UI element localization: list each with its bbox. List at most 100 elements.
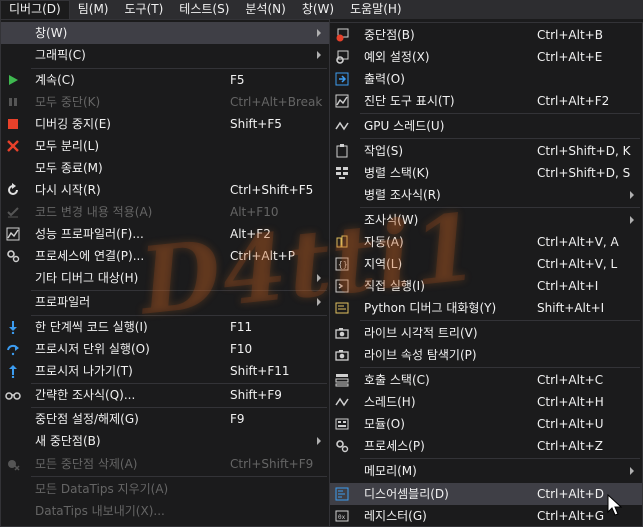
svg-text:{}: {} — [338, 260, 348, 269]
menu-item-shortcut: Shift+F11 — [230, 364, 290, 378]
submenu-arrow-icon — [317, 298, 321, 306]
menu-bar: 디버그(D) 팀(M) 도구(T) 테스트(S) 분석(N) 창(W) 도움말(… — [0, 0, 643, 19]
submenu-arrow-icon — [317, 274, 321, 282]
menu-item-shortcut: Ctrl+Alt+V, L — [537, 257, 618, 271]
menu-help[interactable]: 도움말(H) — [342, 0, 410, 19]
submenu-item-autos[interactable]: 자동(A) Ctrl+Alt+V, A — [330, 231, 642, 253]
menu-item-shortcut: F9 — [230, 412, 245, 426]
submenu-item-live-property-explorer[interactable]: 라이브 속성 탐색기(P) — [330, 344, 642, 366]
submenu-arrow-icon — [630, 216, 634, 224]
submenu-item-disassembly[interactable]: 디스어셈블리(D) Ctrl+Alt+D — [330, 483, 642, 505]
menu-item-label: DataTips 내보내기(X)... — [35, 504, 165, 518]
menu-separator — [360, 367, 640, 368]
menu-item-window[interactable]: 창(W) — [1, 22, 329, 44]
menu-item-shortcut: Ctrl+Alt+Z — [537, 439, 603, 453]
submenu-item-diagnostic-tools[interactable]: 진단 도구 표시(T) Ctrl+Alt+F2 — [330, 90, 642, 112]
menu-item-other-debug-targets[interactable]: 기타 디버그 대상(H) — [1, 267, 329, 289]
submenu-item-registers[interactable]: 0x 레지스터(G) Ctrl+Alt+G — [330, 505, 642, 527]
menu-item-shortcut: Ctrl+Alt+H — [537, 395, 604, 409]
menu-item-label: 병렬 스택(K) — [364, 166, 430, 180]
autos-icon — [334, 234, 350, 250]
submenu-item-watch[interactable]: 조사식(W) — [330, 209, 642, 231]
submenu-item-output[interactable]: 출력(O) — [330, 68, 642, 90]
submenu-item-tasks[interactable]: 작업(S) Ctrl+Shift+D, K — [330, 140, 642, 162]
menu-item-detach-all[interactable]: 모두 분리(L) — [1, 135, 329, 157]
menu-item-shortcut: Ctrl+Alt+F2 — [537, 94, 610, 108]
menu-item-terminate-all[interactable]: 모두 종료(M) — [1, 157, 329, 179]
menu-item-quickwatch[interactable]: 간략한 조사식(Q)... Shift+F9 — [1, 384, 329, 406]
menu-analyze[interactable]: 분석(N) — [237, 0, 293, 19]
menu-item-label: 모든 중단점 삭제(A) — [35, 457, 138, 471]
profiler-icon — [5, 226, 21, 242]
step-out-icon — [5, 363, 21, 379]
submenu-item-live-visual-tree[interactable]: 라이브 시각적 트리(V) — [330, 322, 642, 344]
menu-debug[interactable]: 디버그(D) — [0, 0, 70, 19]
submenu-item-threads[interactable]: 스레드(H) Ctrl+Alt+H — [330, 391, 642, 413]
menu-item-label: 메모리(M) — [364, 464, 417, 478]
step-over-icon — [5, 341, 21, 357]
menu-item-shortcut: Shift+F5 — [230, 117, 282, 131]
menu-team[interactable]: 팀(M) — [70, 0, 117, 19]
submenu-item-immediate[interactable]: 직접 실행(I) Ctrl+Alt+I — [330, 275, 642, 297]
submenu-item-parallel-stacks[interactable]: 병렬 스택(K) Ctrl+Shift+D, S — [330, 162, 642, 184]
menu-item-label: 예외 설정(X) — [364, 50, 430, 64]
menu-item-profiler[interactable]: 프로파일러 — [1, 291, 329, 313]
menu-item-shortcut: Ctrl+Alt+E — [537, 50, 603, 64]
menu-item-label: 직접 실행(I) — [364, 279, 425, 293]
menu-item-performance-profiler[interactable]: 성능 프로파일러(F)... Alt+F2 — [1, 223, 329, 245]
menu-item-apply-code-changes[interactable]: 코드 변경 내용 적용(A) Alt+F10 — [1, 201, 329, 223]
menu-item-step-out[interactable]: 프로시저 나가기(T) Shift+F11 — [1, 360, 329, 382]
menu-window[interactable]: 창(W) — [294, 0, 342, 19]
output-icon — [334, 71, 350, 87]
submenu-item-call-stack[interactable]: 호출 스택(C) Ctrl+Alt+C — [330, 369, 642, 391]
menu-item-shortcut: Shift+F9 — [230, 388, 282, 402]
menu-item-label: 자동(A) — [364, 235, 404, 249]
menu-separator — [360, 138, 640, 139]
menu-item-toggle-breakpoint[interactable]: 중단점 설정/해제(G) F9 — [1, 408, 329, 430]
submenu-item-gpu-threads[interactable]: GPU 스레드(U) — [330, 115, 642, 137]
menu-item-label: 계속(C) — [35, 73, 75, 87]
menu-item-step-into[interactable]: 한 단계씩 코드 실행(I) F11 — [1, 316, 329, 338]
submenu-item-python-interactive[interactable]: Python 디버그 대화형(Y) Shift+Alt+I — [330, 297, 642, 319]
submenu-item-memory[interactable]: 메모리(M) — [330, 460, 642, 482]
menu-item-graphics[interactable]: 그래픽(C) — [1, 44, 329, 66]
menu-item-step-over[interactable]: 프로시저 단위 실행(O) F10 — [1, 338, 329, 360]
submenu-item-breakpoints[interactable]: 중단점(B) Ctrl+Alt+B — [330, 24, 642, 46]
menu-item-label: 모두 분리(L) — [35, 139, 100, 153]
submenu-item-exception-settings[interactable]: 예외 설정(X) Ctrl+Alt+E — [330, 46, 642, 68]
step-into-icon — [5, 319, 21, 335]
menu-item-label: 스레드(H) — [364, 395, 416, 409]
menu-item-shortcut: Ctrl+Alt+G — [537, 509, 605, 523]
menu-tools[interactable]: 도구(T) — [117, 0, 172, 19]
menu-item-shortcut: Ctrl+Alt+D — [537, 487, 604, 501]
submenu-item-modules[interactable]: 모듈(O) Ctrl+Alt+U — [330, 413, 642, 435]
menu-separator — [360, 113, 640, 114]
menu-item-label: 작업(S) — [364, 144, 404, 158]
menu-item-shortcut: Ctrl+Alt+U — [537, 417, 604, 431]
submenu-item-locals[interactable]: {} 지역(L) Ctrl+Alt+V, L — [330, 253, 642, 275]
menu-item-clear-all-datatips[interactable]: 모든 DataTips 지우기(A) — [1, 478, 329, 500]
menu-item-shortcut: F5 — [230, 73, 245, 87]
tasks-icon — [334, 143, 350, 159]
menu-item-break-all[interactable]: 모두 중단(K) Ctrl+Alt+Break — [1, 91, 329, 113]
menu-item-stop-debugging[interactable]: 디버깅 중지(E) Shift+F5 — [1, 113, 329, 135]
submenu-item-processes[interactable]: 프로세스(P) Ctrl+Alt+Z — [330, 435, 642, 457]
submenu-item-parallel-watch[interactable]: 병렬 조사식(R) — [330, 184, 642, 206]
menu-item-label: 프로세스에 연결(P)... — [35, 249, 145, 263]
menu-item-shortcut: Ctrl+Alt+V, A — [537, 235, 619, 249]
menu-item-continue[interactable]: 계속(C) F5 — [1, 69, 329, 91]
menu-item-attach-to-process[interactable]: 프로세스에 연결(P)... Ctrl+Alt+P — [1, 245, 329, 267]
menu-item-export-datatips[interactable]: DataTips 내보내기(X)... — [1, 500, 329, 522]
menu-item-shortcut: Ctrl+Shift+F5 — [230, 183, 314, 197]
menu-test[interactable]: 테스트(S) — [171, 0, 237, 19]
menu-item-label: 모두 종료(M) — [35, 161, 103, 175]
menu-item-shortcut: Alt+F2 — [230, 227, 271, 241]
menu-item-new-breakpoint[interactable]: 새 중단점(B) — [1, 430, 329, 452]
menu-item-label: 호출 스택(C) — [364, 373, 430, 387]
menu-item-delete-all-breakpoints[interactable]: 모든 중단점 삭제(A) Ctrl+Shift+F9 — [1, 453, 329, 475]
menu-item-label: 진단 도구 표시(T) — [364, 94, 455, 108]
menu-item-label: 중단점 설정/해제(G) — [35, 412, 139, 426]
menu-item-shortcut: Ctrl+Alt+C — [537, 373, 604, 387]
python-interactive-icon — [334, 300, 350, 316]
menu-item-restart[interactable]: 다시 시작(R) Ctrl+Shift+F5 — [1, 179, 329, 201]
